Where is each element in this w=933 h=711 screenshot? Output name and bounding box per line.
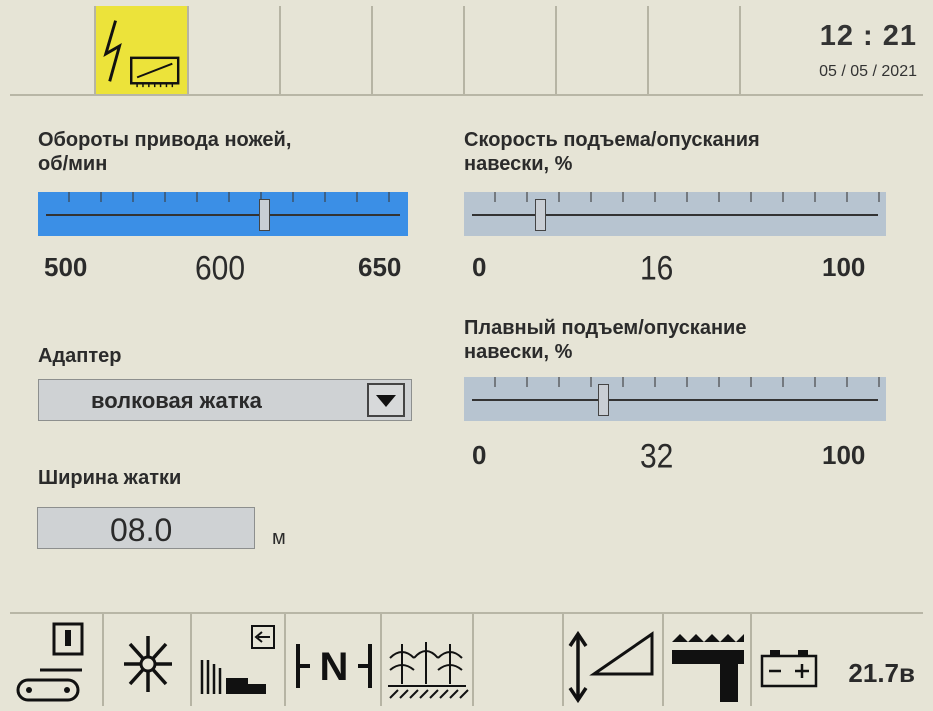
tab-lift-ramp[interactable] [564,614,664,706]
fan-icon [124,636,172,692]
neutral-icon: N [296,644,372,689]
adapter-dropdown[interactable]: волковая жатка [38,379,412,421]
voltage-readout: 21.7в [848,658,915,688]
tab-neutral[interactable]: N [286,614,382,706]
tab-empty-6[interactable] [557,6,649,94]
tab-reel[interactable] [664,614,752,706]
smooth-lift-label-1: Плавный подъем/опускание [464,317,747,339]
smooth-lift-slider[interactable] [464,377,886,421]
conveyor-icon [16,622,84,702]
knife-drive-min: 500 [44,252,88,282]
tab-empty-4[interactable] [373,6,465,94]
header-width-label: Ширина жатки [38,467,182,489]
knife-drive-label-2: об/мин [38,153,108,175]
tab-empty-7[interactable] [649,6,741,94]
knife-drive-max: 650 [358,252,402,282]
tab-empty-2[interactable] [189,6,281,94]
tab-lightning-ramp[interactable] [96,6,189,94]
slider-ticks [38,192,408,202]
header-unload-icon [200,625,275,694]
slider-ticks [464,192,886,202]
slider-thumb[interactable] [535,199,547,231]
smooth-lift-label-2: навески, % [464,341,573,363]
smooth-lift-value: 32 [640,437,674,476]
battery-icon [760,650,818,688]
tab-crop[interactable] [382,614,474,706]
lift-speed-value: 16 [640,249,674,288]
knife-drive-value: 600 [195,249,246,288]
clock: 12 : 21 05 / 05 / 2021 [741,6,923,94]
lift-speed-max: 100 [822,252,866,282]
knife-drive-label-1: Обороты привода ножей, [38,129,292,151]
lift-speed-min: 0 [472,252,487,282]
chevron-down-icon[interactable] [367,383,405,417]
tab-battery[interactable]: 21.7в [752,614,923,706]
slider-track [472,399,878,401]
adapter-selected: волковая жатка [91,388,262,413]
top-tab-bar: 12 : 21 05 / 05 / 2021 [10,6,923,96]
slider-thumb[interactable] [258,199,270,231]
lightning-ramp-icon [103,20,180,88]
lift-speed-slider[interactable] [464,192,886,236]
header-width-value: 08.0 [110,512,173,548]
adapter-label: Адаптер [38,345,122,367]
svg-text:N: N [320,645,349,689]
slider-track [472,214,878,216]
tab-conveyor[interactable] [10,614,104,706]
lift-speed-label-2: навески, % [464,153,573,175]
reel-icon [672,634,744,702]
clock-date: 05 / 05 / 2021 [819,62,917,80]
clock-time: 12 : 21 [819,19,917,52]
tab-empty-3[interactable] [281,6,373,94]
slider-ticks [464,377,886,387]
lift-speed-label-1: Скорость подъема/опускания [464,129,760,151]
screen: 12 : 21 05 / 05 / 2021 Обороты привода н… [0,0,933,711]
header-width-unit: м [272,527,286,549]
tab-empty-5[interactable] [465,6,557,94]
header-width-field[interactable]: 08.0 [37,507,255,549]
tab-empty-1[interactable] [10,6,96,94]
crop-icon [388,642,469,699]
slider-track [46,214,400,216]
bottom-tab-bar: N 21.7в [10,612,923,706]
smooth-lift-min: 0 [472,440,487,470]
slider-thumb[interactable] [598,384,610,416]
tab-header-unload[interactable] [192,614,286,706]
tab-empty-bottom[interactable] [474,614,564,706]
lift-ramp-icon [568,630,654,704]
smooth-lift-max: 100 [822,440,866,470]
tab-fan[interactable] [104,614,192,706]
knife-drive-slider[interactable] [38,192,408,236]
